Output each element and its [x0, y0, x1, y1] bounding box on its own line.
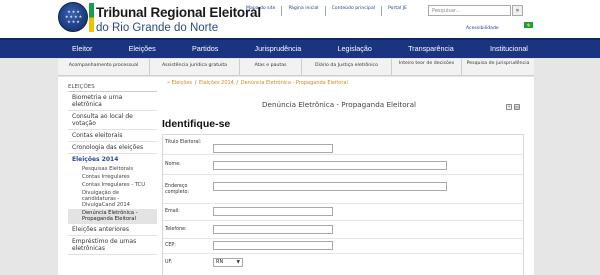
cep-field[interactable] [213, 241, 333, 250]
sidebar-item-biometria[interactable]: Biometria e urna eletrônica [68, 92, 157, 111]
nome-field[interactable] [213, 161, 447, 170]
email-field[interactable] [213, 207, 333, 216]
sidebar-title: ELEIÇÕES [68, 80, 157, 92]
identification-form: Título Eleitoral: Nome: Endereço complet… [162, 134, 524, 275]
subnav-pesquisa-jurisprudencia[interactable]: Pesquisa de jurisprudência [462, 59, 534, 75]
sidebar-item-eleicoes-2014[interactable]: Eleições 2014 [68, 154, 157, 165]
nav-partidos[interactable]: Partidos [182, 40, 228, 58]
zoom-in-icon[interactable]: + [506, 104, 512, 110]
label-uf: UF: [165, 260, 173, 265]
nav-transparencia[interactable]: Transparência [398, 40, 464, 58]
seal-icon: ★★★ ★★★★ ★★★ [58, 2, 88, 32]
form-row: CEP: [163, 239, 523, 254]
label-titulo-eleitoral: Título Eleitoral: [165, 140, 202, 145]
sidebar: ELEIÇÕES Biometria e urna eletrônica Con… [68, 80, 157, 275]
breadcrumb-item[interactable]: Eleições [172, 80, 193, 86]
form-row: Telefone: [163, 221, 523, 239]
top-links: Mapa do site Página inicial Conteúdo pri… [240, 6, 413, 16]
sub-nav: Acompanhamento processual Assistência ju… [58, 59, 534, 76]
uf-select-value: RN [216, 259, 224, 265]
subnav-diario[interactable]: Diário da Justiça eletrônico [302, 59, 392, 75]
page-title: Denúncia Eletrônica - Propaganda Eleitor… [262, 100, 416, 109]
brand-logo[interactable]: ★★★ ★★★★ ★★★ Tribunal Regional Eleitoral d… [58, 2, 261, 38]
nav-institucional[interactable]: Institucional [480, 40, 538, 58]
breadcrumb-item[interactable]: Eleições 2014 [199, 80, 234, 86]
nav-eleitor[interactable]: Eleitor [62, 40, 102, 58]
sidebar-subitem-pesquisas[interactable]: Pesquisas Eleitorais [68, 165, 157, 173]
sidebar-item-cronologia[interactable]: Cronologia das eleições [68, 142, 157, 154]
form-row: Email: [163, 204, 523, 221]
link-home[interactable]: Página inicial [282, 6, 326, 16]
site-header: ★★★ ★★★★ ★★★ Tribunal Regional Eleitoral d… [0, 0, 600, 38]
sidebar-subitem-contas-tcu[interactable]: Contas Irregulares - TCU [68, 181, 157, 189]
form-row: UF: RN ▼ [163, 254, 523, 274]
label-nome: Nome: [165, 162, 181, 167]
uf-select[interactable]: RN ▼ [213, 258, 243, 267]
form-row: Título Eleitoral: [163, 135, 523, 155]
sidebar-subitem-divulgacand[interactable]: Divulgação de candidaturas - DivulgaCand… [68, 189, 157, 209]
subnav-acompanhamento[interactable]: Acompanhamento processual [58, 59, 150, 75]
accessibility-link[interactable]: Acessibilidade [466, 26, 499, 31]
form-row: Nome: [163, 155, 523, 175]
sidebar-subitem-contas-irregulares[interactable]: Contas Irregulares [68, 173, 157, 181]
label-cep: CEP: [165, 243, 176, 248]
breadcrumb-separator: / [234, 80, 240, 86]
page-tools: + ▤ [506, 104, 520, 110]
sidebar-subitem-denuncia[interactable]: Denúncia Eletrônica - Propaganda Eleitor… [68, 209, 157, 223]
brand-title: Tribunal Regional Eleitoral [96, 5, 261, 20]
print-icon[interactable]: ▤ [514, 104, 520, 110]
sidebar-item-consulta[interactable]: Consulta ao local de votação [68, 111, 157, 130]
breadcrumb-current: Denúncia Eletrônica - Propaganda Eleitor… [240, 80, 348, 86]
link-portal-je[interactable]: Portal JE [382, 6, 413, 16]
flag-stripe-icon [89, 3, 94, 32]
main-nav: Eleitor Eleições Partidos Jurisprudência… [0, 38, 600, 58]
search-button[interactable]: » [512, 5, 523, 16]
telefone-field[interactable] [213, 225, 333, 234]
search-input[interactable]: Pesquisar... [428, 5, 511, 16]
link-sitemap[interactable]: Mapa do site [240, 6, 283, 16]
sidebar-item-eleicoes-anteriores[interactable]: Eleições anteriores [68, 223, 157, 236]
endereco-field[interactable] [213, 182, 447, 191]
form-row: Endereço completo: [163, 175, 523, 204]
nav-eleicoes[interactable]: Eleições [119, 40, 166, 58]
subnav-assistencia[interactable]: Assistência jurídica gratuita [150, 59, 240, 75]
label-endereco: Endereço completo: [165, 184, 190, 195]
label-telefone: Telefone: [165, 227, 187, 232]
link-main-content[interactable]: Conteúdo principal [326, 6, 383, 16]
nav-legislacao[interactable]: Legislação [327, 40, 381, 58]
brand-subtitle: do Rio Grande do Norte [96, 22, 219, 34]
sidebar-item-contas[interactable]: Contas eleitorais [68, 130, 157, 142]
nav-jurisprudencia[interactable]: Jurisprudência [245, 40, 312, 58]
subnav-inteiro-teor[interactable]: Inteiro teor de decisões [392, 59, 462, 75]
titulo-eleitoral-field[interactable] [213, 144, 333, 153]
chevron-down-icon: ▼ [236, 260, 240, 265]
label-email: Email: [165, 209, 180, 214]
sidebar-item-emprestimo-urnas[interactable]: Empréstimo de urnas eletrônicas [68, 236, 157, 255]
breadcrumb: » Eleições / Eleições 2014 / Denúncia El… [167, 80, 348, 86]
section-heading: Identifique-se [162, 118, 231, 130]
brazil-flag-icon[interactable] [524, 22, 533, 28]
subnav-atas[interactable]: Atas e pautas [240, 59, 302, 75]
